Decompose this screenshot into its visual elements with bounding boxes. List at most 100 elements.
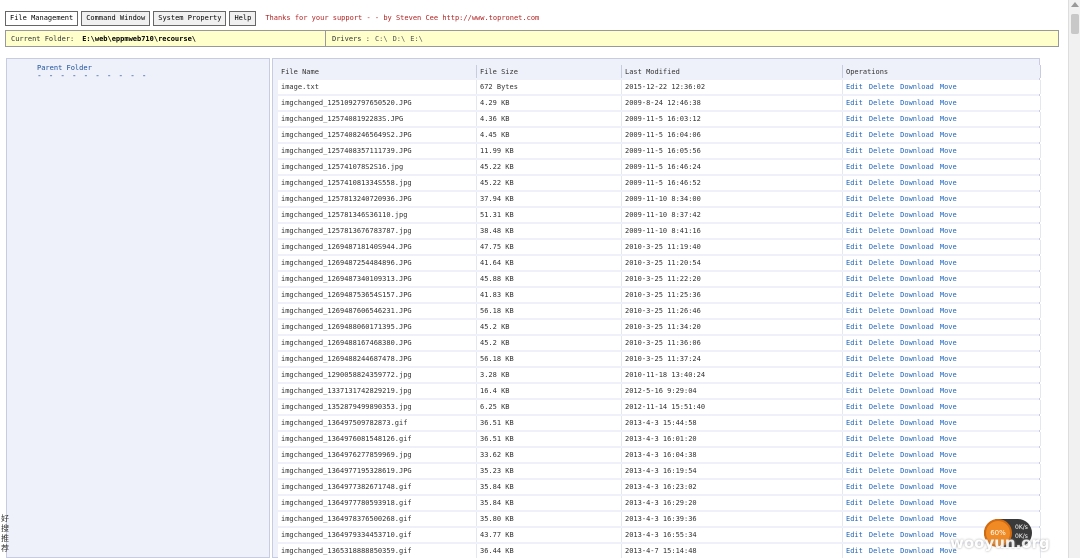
- move-link[interactable]: Move: [940, 83, 957, 91]
- delete-link[interactable]: Delete: [869, 211, 894, 219]
- edit-link[interactable]: Edit: [846, 163, 863, 171]
- edit-link[interactable]: Edit: [846, 515, 863, 523]
- edit-link[interactable]: Edit: [846, 531, 863, 539]
- edit-link[interactable]: Edit: [846, 355, 863, 363]
- delete-link[interactable]: Delete: [869, 515, 894, 523]
- move-link[interactable]: Move: [940, 291, 957, 299]
- download-link[interactable]: Download: [900, 483, 934, 491]
- download-link[interactable]: Download: [900, 531, 934, 539]
- download-link[interactable]: Download: [900, 291, 934, 299]
- haosou-recommend-tab[interactable]: 好搜推荐: [1, 514, 12, 554]
- edit-link[interactable]: Edit: [846, 387, 863, 395]
- download-link[interactable]: Download: [900, 147, 934, 155]
- delete-link[interactable]: Delete: [869, 483, 894, 491]
- edit-link[interactable]: Edit: [846, 179, 863, 187]
- delete-link[interactable]: Delete: [869, 291, 894, 299]
- delete-link[interactable]: Delete: [869, 115, 894, 123]
- download-link[interactable]: Download: [900, 467, 934, 475]
- edit-link[interactable]: Edit: [846, 467, 863, 475]
- move-link[interactable]: Move: [940, 163, 957, 171]
- move-link[interactable]: Move: [940, 451, 957, 459]
- move-link[interactable]: Move: [940, 179, 957, 187]
- download-link[interactable]: Download: [900, 163, 934, 171]
- edit-link[interactable]: Edit: [846, 243, 863, 251]
- delete-link[interactable]: Delete: [869, 419, 894, 427]
- delete-link[interactable]: Delete: [869, 131, 894, 139]
- download-link[interactable]: Download: [900, 243, 934, 251]
- delete-link[interactable]: Delete: [869, 243, 894, 251]
- delete-link[interactable]: Delete: [869, 195, 894, 203]
- move-link[interactable]: Move: [940, 419, 957, 427]
- move-link[interactable]: Move: [940, 131, 957, 139]
- edit-link[interactable]: Edit: [846, 291, 863, 299]
- delete-link[interactable]: Delete: [869, 163, 894, 171]
- download-link[interactable]: Download: [900, 115, 934, 123]
- move-link[interactable]: Move: [940, 227, 957, 235]
- download-link[interactable]: Download: [900, 419, 934, 427]
- delete-link[interactable]: Delete: [869, 307, 894, 315]
- download-link[interactable]: Download: [900, 515, 934, 523]
- delete-link[interactable]: Delete: [869, 83, 894, 91]
- help-button[interactable]: Help: [229, 10, 257, 26]
- delete-link[interactable]: Delete: [869, 467, 894, 475]
- edit-link[interactable]: Edit: [846, 499, 863, 507]
- delete-link[interactable]: Delete: [869, 531, 894, 539]
- download-link[interactable]: Download: [900, 339, 934, 347]
- file-management-button[interactable]: File Management: [5, 10, 79, 26]
- move-link[interactable]: Move: [940, 147, 957, 155]
- move-link[interactable]: Move: [940, 195, 957, 203]
- move-link[interactable]: Move: [940, 435, 957, 443]
- delete-link[interactable]: Delete: [869, 403, 894, 411]
- file-size-header[interactable]: File Size: [477, 65, 622, 78]
- delete-link[interactable]: Delete: [869, 499, 894, 507]
- download-link[interactable]: Download: [900, 435, 934, 443]
- last-modified-header[interactable]: Last Modified: [622, 65, 843, 78]
- download-link[interactable]: Download: [900, 275, 934, 283]
- edit-link[interactable]: Edit: [846, 323, 863, 331]
- download-link[interactable]: Download: [900, 83, 934, 91]
- edit-link[interactable]: Edit: [846, 339, 863, 347]
- edit-link[interactable]: Edit: [846, 131, 863, 139]
- move-link[interactable]: Move: [940, 211, 957, 219]
- edit-link[interactable]: Edit: [846, 99, 863, 107]
- edit-link[interactable]: Edit: [846, 483, 863, 491]
- download-link[interactable]: Download: [900, 355, 934, 363]
- edit-link[interactable]: Edit: [846, 547, 863, 555]
- download-link[interactable]: Download: [900, 195, 934, 203]
- download-link[interactable]: Download: [900, 131, 934, 139]
- delete-link[interactable]: Delete: [869, 99, 894, 107]
- download-link[interactable]: Download: [900, 211, 934, 219]
- download-link[interactable]: Download: [900, 387, 934, 395]
- delete-link[interactable]: Delete: [869, 339, 894, 347]
- download-link[interactable]: Download: [900, 403, 934, 411]
- move-link[interactable]: Move: [940, 403, 957, 411]
- page-scrollbar[interactable]: [1068, 0, 1080, 558]
- download-link[interactable]: Download: [900, 547, 934, 555]
- move-link[interactable]: Move: [940, 99, 957, 107]
- download-link[interactable]: Download: [900, 307, 934, 315]
- edit-link[interactable]: Edit: [846, 83, 863, 91]
- delete-link[interactable]: Delete: [869, 355, 894, 363]
- delete-link[interactable]: Delete: [869, 371, 894, 379]
- scroll-thumb[interactable]: [1071, 14, 1079, 34]
- download-link[interactable]: Download: [900, 371, 934, 379]
- edit-link[interactable]: Edit: [846, 275, 863, 283]
- move-link[interactable]: Move: [940, 323, 957, 331]
- delete-link[interactable]: Delete: [869, 147, 894, 155]
- move-link[interactable]: Move: [940, 307, 957, 315]
- scroll-up-arrow-icon[interactable]: [1071, 2, 1079, 7]
- delete-link[interactable]: Delete: [869, 451, 894, 459]
- delete-link[interactable]: Delete: [869, 275, 894, 283]
- download-link[interactable]: Download: [900, 227, 934, 235]
- drive-link-c[interactable]: C:\: [375, 35, 388, 43]
- system-property-button[interactable]: System Property: [153, 10, 227, 26]
- edit-link[interactable]: Edit: [846, 227, 863, 235]
- edit-link[interactable]: Edit: [846, 259, 863, 267]
- edit-link[interactable]: Edit: [846, 371, 863, 379]
- download-link[interactable]: Download: [900, 323, 934, 331]
- edit-link[interactable]: Edit: [846, 307, 863, 315]
- edit-link[interactable]: Edit: [846, 115, 863, 123]
- delete-link[interactable]: Delete: [869, 435, 894, 443]
- move-link[interactable]: Move: [940, 371, 957, 379]
- move-link[interactable]: Move: [940, 243, 957, 251]
